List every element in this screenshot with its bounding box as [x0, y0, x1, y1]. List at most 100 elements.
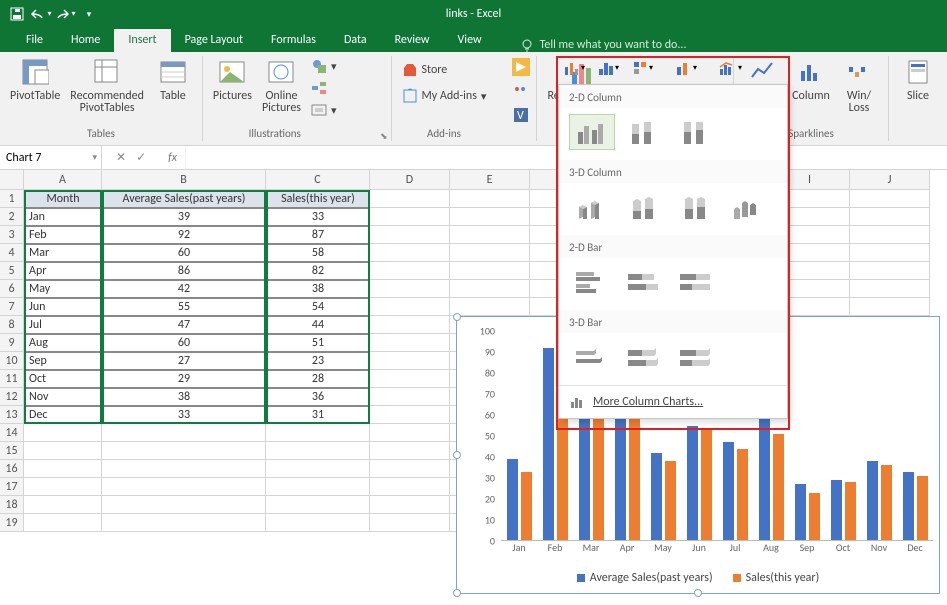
shapes-button[interactable]: ▾ — [307, 56, 341, 76]
cell[interactable]: Aug — [24, 334, 102, 352]
cell[interactable] — [24, 514, 102, 532]
tab-insert[interactable]: Insert — [114, 29, 170, 52]
cell[interactable] — [370, 316, 450, 334]
cell[interactable]: Month — [24, 190, 102, 208]
cell[interactable]: 58 — [266, 244, 370, 262]
cell[interactable]: Sales(this year) — [266, 190, 370, 208]
cell[interactable]: 38 — [266, 280, 370, 298]
my-addins-button[interactable]: My Add-ins ▾ — [398, 86, 491, 106]
cell[interactable] — [24, 442, 102, 460]
more-column-charts-link[interactable]: More Column Charts... — [559, 385, 787, 418]
hierarchy-chart-dropdown[interactable]: ▾ — [628, 54, 656, 82]
cell[interactable] — [450, 298, 530, 316]
cell[interactable]: 23 — [266, 352, 370, 370]
column-chart-dropdown[interactable]: ▾ — [560, 54, 588, 82]
column-header[interactable]: C — [266, 170, 370, 190]
row-header[interactable]: 18 — [0, 496, 24, 514]
stacked-bar-option[interactable] — [621, 264, 667, 300]
combo-chart-dropdown[interactable]: ▾ — [716, 54, 744, 82]
cell[interactable] — [450, 262, 530, 280]
row-header[interactable]: 2 — [0, 208, 24, 226]
row-header[interactable]: 13 — [0, 406, 24, 424]
row-header[interactable]: 10 — [0, 352, 24, 370]
cell[interactable] — [850, 226, 930, 244]
cell[interactable]: Average Sales(past years) — [102, 190, 266, 208]
store-button[interactable]: Store — [398, 60, 452, 80]
cell[interactable] — [266, 514, 370, 532]
cell[interactable] — [24, 496, 102, 514]
spreadsheet-grid[interactable]: ABCDEFGHIJ 1MonthAverage Sales(past year… — [0, 170, 947, 532]
cell[interactable]: 27 — [102, 352, 266, 370]
3d-stacked100-bar-option[interactable] — [673, 339, 719, 375]
tab-view[interactable]: View — [444, 29, 496, 52]
cell[interactable] — [850, 280, 930, 298]
3d-stacked100-column-option[interactable] — [673, 189, 719, 225]
cell[interactable]: Mar — [24, 244, 102, 262]
pictures-button[interactable]: Pictures — [209, 54, 256, 104]
cell[interactable]: 38 — [102, 388, 266, 406]
cell[interactable]: Jul — [24, 316, 102, 334]
redo-button[interactable]: ▾ — [54, 3, 76, 25]
cell[interactable] — [102, 442, 266, 460]
cell[interactable]: Dec — [24, 406, 102, 424]
row-header[interactable]: 11 — [0, 370, 24, 388]
cell[interactable] — [102, 460, 266, 478]
cell[interactable]: 39 — [102, 208, 266, 226]
online-pictures-button[interactable]: Online Pictures — [258, 54, 305, 116]
cell[interactable] — [370, 334, 450, 352]
cell[interactable] — [370, 442, 450, 460]
screenshot-button[interactable]: ▾ — [307, 100, 341, 120]
cell[interactable] — [266, 424, 370, 442]
sparkline-winloss-button[interactable]: Win/ Loss — [836, 54, 882, 116]
slicer-button[interactable]: Slice — [895, 54, 941, 104]
sparkline-column-button[interactable]: Column — [788, 54, 834, 104]
cell[interactable] — [370, 262, 450, 280]
cell[interactable]: 29 — [102, 370, 266, 388]
tab-review[interactable]: Review — [381, 29, 444, 52]
cell[interactable]: Sep — [24, 352, 102, 370]
tab-home[interactable]: Home — [57, 29, 114, 52]
column-header[interactable]: E — [450, 170, 530, 190]
cell[interactable] — [266, 478, 370, 496]
row-header[interactable]: 8 — [0, 316, 24, 334]
row-header[interactable]: 14 — [0, 424, 24, 442]
cell[interactable] — [450, 226, 530, 244]
clustered-bar-option[interactable] — [569, 264, 615, 300]
bar-chart-dropdown[interactable]: ▾ — [594, 54, 622, 82]
3d-stacked-column-option[interactable] — [621, 189, 667, 225]
cell[interactable]: May — [24, 280, 102, 298]
cell[interactable] — [850, 244, 930, 262]
cell[interactable] — [450, 190, 530, 208]
cell[interactable] — [370, 352, 450, 370]
cell[interactable]: 36 — [266, 388, 370, 406]
row-header[interactable]: 12 — [0, 388, 24, 406]
cell[interactable] — [370, 424, 450, 442]
row-header[interactable]: 16 — [0, 460, 24, 478]
cell[interactable] — [266, 496, 370, 514]
cell[interactable] — [370, 496, 450, 514]
tab-data[interactable]: Data — [330, 29, 381, 52]
cell[interactable]: 86 — [102, 262, 266, 280]
cell[interactable]: 33 — [102, 406, 266, 424]
cell[interactable] — [850, 298, 930, 316]
cell[interactable] — [370, 280, 450, 298]
cell[interactable] — [24, 460, 102, 478]
cell[interactable] — [370, 244, 450, 262]
cell[interactable] — [370, 226, 450, 244]
column-header[interactable]: B — [102, 170, 266, 190]
pivottable-button[interactable]: PivotTable — [6, 54, 64, 104]
cell[interactable] — [102, 496, 266, 514]
people-graph-button[interactable] — [508, 80, 534, 102]
3d-column-option[interactable] — [725, 189, 771, 225]
cell[interactable] — [850, 208, 930, 226]
cell[interactable]: 42 — [102, 280, 266, 298]
visio-button[interactable]: V — [508, 104, 534, 126]
cell[interactable]: Jan — [24, 208, 102, 226]
cell[interactable] — [370, 370, 450, 388]
row-header[interactable]: 19 — [0, 514, 24, 532]
tab-page-layout[interactable]: Page Layout — [171, 29, 257, 52]
cell[interactable] — [370, 208, 450, 226]
cell[interactable] — [370, 460, 450, 478]
name-box[interactable]: Chart 7▾ — [0, 146, 102, 169]
cell[interactable] — [850, 262, 930, 280]
